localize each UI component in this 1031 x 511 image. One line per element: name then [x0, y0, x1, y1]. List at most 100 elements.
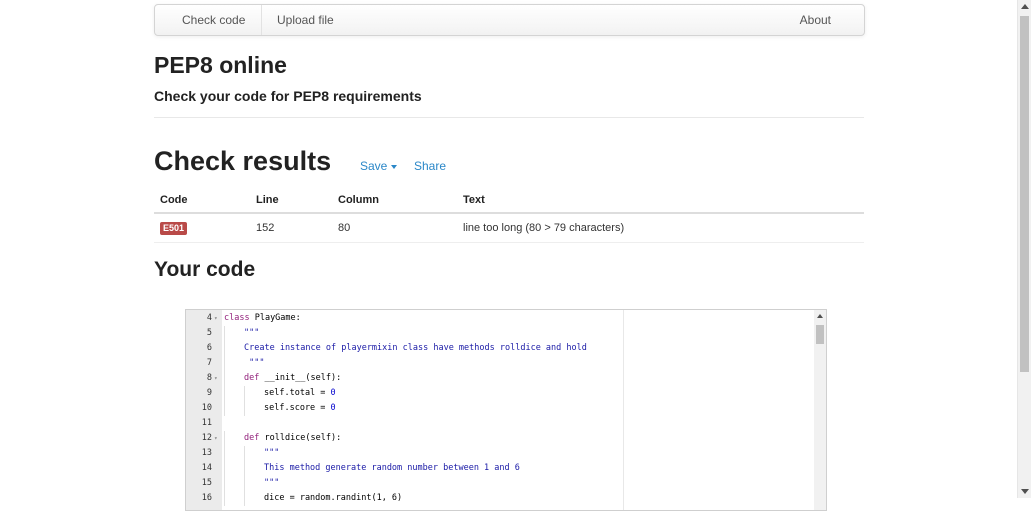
code-token-string: Create instance of playermixin class hav… [244, 343, 587, 353]
indent-guide [224, 491, 225, 506]
page-subtitle: Check your code for PEP8 requirements [154, 88, 422, 104]
line-number: 7 [206, 358, 212, 368]
code-line[interactable]: 9 self.total = 0 [186, 386, 813, 401]
code-token-number: 0 [330, 403, 336, 413]
code-line[interactable]: 16 dice = random.randint(1, 6) [186, 491, 813, 506]
code-line[interactable]: 5 """ [186, 326, 813, 341]
nav-check-code[interactable]: Check code [167, 5, 260, 35]
line-number: 5 [206, 328, 212, 338]
code-line[interactable]: 14 This method generate random number bet… [186, 461, 813, 476]
indent-guide [244, 491, 245, 506]
indent-guide [244, 401, 245, 416]
page-title: PEP8 online [154, 52, 287, 78]
indent-guide [224, 401, 225, 416]
code-line[interactable]: 7 """ [186, 356, 813, 371]
column-cell: 80 [332, 213, 457, 243]
code-text: def __init__(self): [244, 371, 341, 386]
scroll-up-icon[interactable] [1021, 4, 1029, 9]
code-text: """ [264, 446, 279, 461]
code-line[interactable]: 4 ▾ class PlayGame: [186, 311, 813, 326]
indent-guide [244, 446, 245, 461]
line-number: 11 [201, 418, 212, 428]
column-header-text: Text [457, 188, 864, 214]
code-text: dice = random.randint(1, 6) [264, 491, 402, 506]
code-token-plain: dice = random.randint(1, 6) [264, 493, 403, 503]
column-header-code: Code [154, 188, 250, 214]
code-line[interactable]: 10 self.score = 0 [186, 401, 813, 416]
indent-guide [224, 356, 225, 371]
code-token-string: """ [264, 478, 280, 488]
editor-scroll-up-icon[interactable] [817, 314, 823, 318]
code-line[interactable]: 8 ▾ def __init__(self): [186, 371, 813, 386]
message-cell: line too long (80 > 79 characters) [457, 213, 864, 243]
line-number: 9 [206, 388, 212, 398]
code-token-plain: self.total = [264, 388, 331, 398]
indent-guide [244, 461, 245, 476]
fold-toggle-icon[interactable]: ▾ [214, 431, 218, 446]
code-token-keyword: def [244, 433, 260, 443]
editor-scrollbar-thumb[interactable] [816, 325, 824, 344]
line-number: 12 [201, 433, 212, 443]
code-text: def rolldice(self): [244, 431, 341, 446]
indent-guide [244, 386, 245, 401]
page-scrollbar[interactable] [1017, 0, 1031, 498]
line-number: 14 [201, 463, 212, 473]
code-line[interactable]: 13 """ [186, 446, 813, 461]
line-number: 16 [201, 493, 212, 503]
line-number: 4 [206, 313, 212, 323]
code-line[interactable]: 6 Create instance of playermixin class ha… [186, 341, 813, 356]
code-line[interactable]: 11 [186, 416, 813, 431]
results-header-row: Code Line Column Text [154, 188, 864, 214]
indent-guide [224, 461, 225, 476]
indent-guide [224, 371, 225, 386]
indent-guide [224, 446, 225, 461]
fold-toggle-icon[interactable]: ▾ [214, 371, 218, 386]
results-title: Check results [154, 146, 332, 176]
code-token-number: 0 [330, 388, 336, 398]
line-number: 6 [206, 343, 212, 353]
page-scrollbar-thumb[interactable] [1020, 16, 1029, 372]
column-header-line: Line [250, 188, 332, 214]
table-row: E501 152 80 line too long (80 > 79 chara… [154, 213, 864, 243]
error-code-cell: E501 [154, 213, 250, 243]
code-text: """ [264, 476, 279, 491]
code-text: Create instance of playermixin class hav… [244, 341, 587, 356]
code-text: self.total = 0 [264, 386, 336, 401]
editor-scrollbar[interactable] [814, 310, 826, 510]
code-token-string: This method generate random number betwe… [264, 463, 520, 473]
error-code-badge: E501 [160, 221, 188, 235]
scroll-down-icon[interactable] [1021, 489, 1029, 494]
nav-about[interactable]: About [785, 5, 846, 35]
code-line[interactable]: 12 ▾ def rolldice(self): [186, 431, 813, 446]
line-number: 8 [206, 373, 212, 383]
code-token-string: """ [264, 448, 280, 458]
share-button[interactable]: Share [414, 159, 446, 173]
indent-guide [224, 341, 225, 356]
code-token-keyword: def [244, 373, 260, 383]
nav-upload-file[interactable]: Upload file [261, 5, 349, 35]
navbar: Check code Upload file About [154, 4, 865, 36]
save-label: Save [360, 159, 388, 173]
column-header-column: Column [332, 188, 457, 214]
code-text: """ [244, 326, 259, 341]
code-text: """ [244, 356, 264, 371]
code-text: class PlayGame: [224, 311, 301, 326]
line-number: 13 [201, 448, 212, 458]
code-token-plain: PlayGame: [249, 313, 301, 323]
code-text: self.score = 0 [264, 401, 336, 416]
indent-guide [224, 476, 225, 491]
indent-guide [224, 326, 225, 341]
indent-guide [244, 476, 245, 491]
fold-toggle-icon[interactable]: ▾ [214, 311, 218, 326]
your-code-title: Your code [154, 258, 256, 281]
code-token-string: """ [244, 358, 265, 368]
save-dropdown-button[interactable]: Save [360, 159, 398, 173]
code-token-keyword: class [224, 313, 250, 323]
code-token-string: """ [244, 328, 260, 338]
results-table: Code Line Column Text E501 152 80 line t… [154, 188, 864, 243]
caret-down-icon [391, 164, 398, 169]
indent-guide [224, 431, 225, 446]
indent-guide [224, 386, 225, 401]
code-editor[interactable]: 4 ▾ class PlayGame: 5 """ 6 Create instance of… [185, 309, 827, 511]
code-line[interactable]: 15 """ [186, 476, 813, 491]
